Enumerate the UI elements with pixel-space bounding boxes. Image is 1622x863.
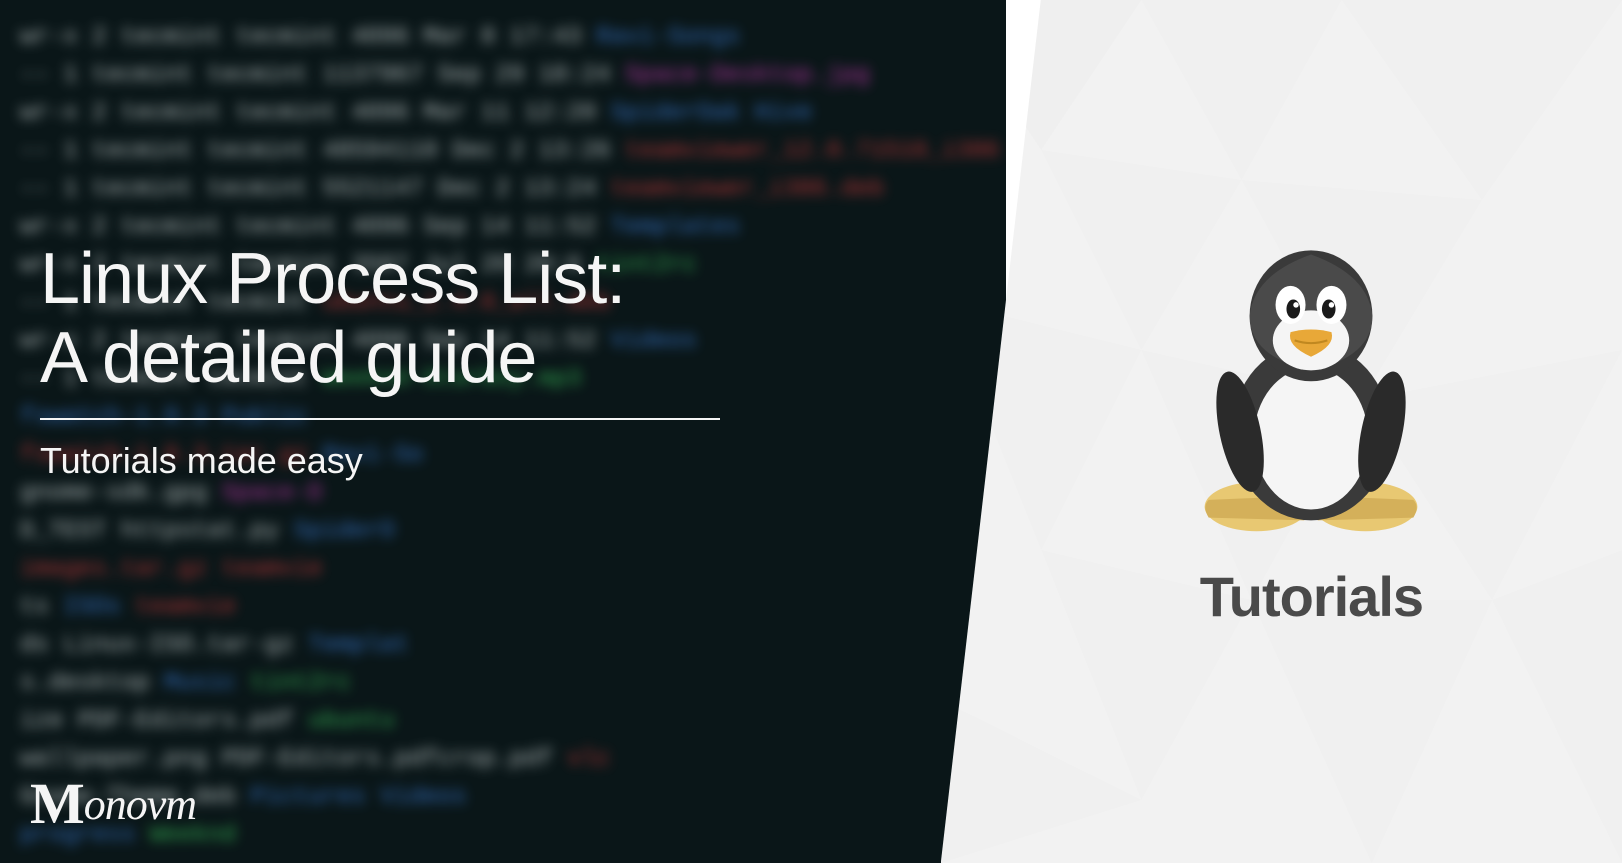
logo-text: Monovm [30,780,196,829]
subtitle: Tutorials made easy [40,440,720,482]
brand-logo: Monovm [30,766,196,833]
left-panel: wr-x 2 tecmint tecmint 4096 Mar 8 17:43 … [0,0,1006,863]
tutorials-label: Tutorials [1171,564,1451,629]
logo-m-glyph: M [30,770,84,837]
content-overlay: Linux Process List: A detailed guide Tut… [0,0,1006,863]
title-divider [40,418,720,420]
tux-container: Tutorials [1171,234,1451,629]
main-title: Linux Process List: A detailed guide [40,240,720,398]
title-line-2: A detailed guide [40,318,536,398]
right-panel: Tutorials [941,0,1622,863]
banner-container: wr-x 2 tecmint tecmint 4096 Mar 8 17:43 … [0,0,1622,863]
title-block: Linux Process List: A detailed guide Tut… [40,240,720,482]
title-line-1: Linux Process List: [40,239,625,319]
logo-remainder: onovm [84,780,196,829]
tux-penguin-icon [1171,234,1451,534]
